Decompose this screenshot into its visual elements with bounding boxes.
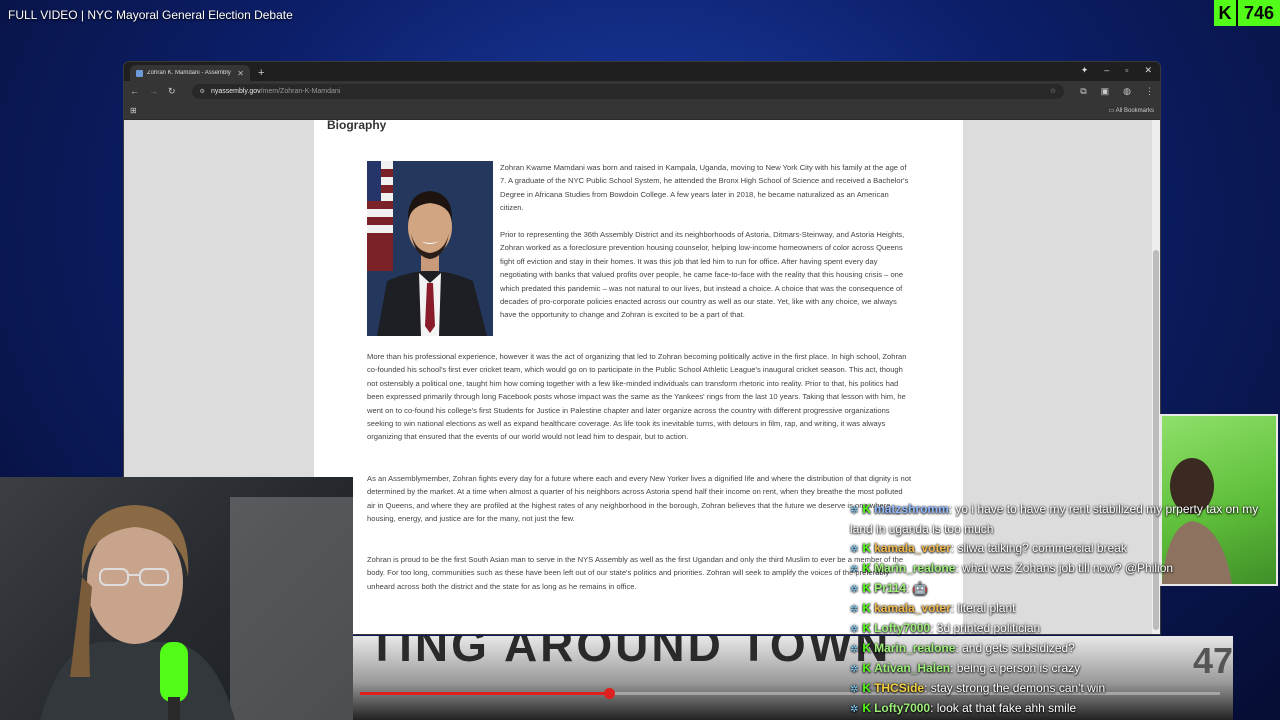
chat-username[interactable]: THCSide	[874, 681, 924, 695]
url-host: nyassembly.gov	[210, 87, 261, 95]
chat-text: 🤖	[912, 581, 928, 595]
chat-text: sliwa talking? commercial break	[957, 541, 1127, 555]
kick-badge-icon: K	[862, 621, 872, 635]
tab-title: Zohran K. Mamdani - Assembly	[147, 70, 231, 76]
chat-message: ✲ Kkamala_voter: literal plant	[850, 601, 1016, 615]
window-controls: ✦ – ▫ ✕	[1081, 65, 1152, 76]
maximize-icon[interactable]: ▫	[1125, 65, 1128, 76]
profile-icon[interactable]: ◍	[1123, 86, 1131, 97]
chat-text: literal plant	[957, 601, 1016, 615]
chat-username[interactable]: matzshromm	[874, 502, 949, 516]
tab-close-icon[interactable]: ✕	[237, 69, 244, 78]
chat-badge-icon: ✲	[850, 704, 859, 715]
chat-overlay: ✲ Kmatzshromm: yo i have to have my rent …	[848, 500, 1280, 720]
viewer-count-badge: K 746	[1213, 0, 1280, 26]
all-bookmarks[interactable]: ▭ All Bookmarks	[1109, 107, 1154, 114]
chat-text: stay strong the demons can't win	[930, 681, 1106, 695]
browser-tab[interactable]: Zohran K. Mamdani - Assembly ✕	[130, 65, 250, 81]
back-icon[interactable]: ←	[130, 86, 139, 96]
bio-paragraph-4: As an Assemblymember, Zohran fights ever…	[367, 474, 912, 524]
close-window-icon[interactable]: ✕	[1144, 65, 1152, 76]
chat-message: ✲ K Marin_realone: what was Zohans job til…	[850, 561, 1174, 575]
bio-paragraph-3: More than his professional experience, h…	[367, 352, 907, 442]
chat-badge-icon: ✲	[850, 584, 859, 595]
extension-puzzle-icon[interactable]: ⧉	[1080, 86, 1086, 97]
bookmarks-bar: ⊞ ▭ All Bookmarks	[124, 101, 1160, 120]
kick-badge-icon: K	[862, 701, 872, 715]
tab-search-icon[interactable]: ▣	[1101, 86, 1110, 97]
portrait-illustration	[367, 161, 493, 336]
video-title: FULL VIDEO | NYC Mayoral General Electio…	[8, 8, 293, 22]
chat-badge-icon: ✲	[850, 505, 859, 516]
bio-paragraph-5: Zohran is proud to be the first South As…	[367, 555, 904, 591]
kick-badge-icon: K	[862, 681, 872, 695]
chat-badge-icon: ✲	[850, 604, 859, 615]
forward-icon[interactable]: →	[149, 86, 158, 96]
chat-badge-icon: ✲	[850, 544, 859, 555]
chat-message: ✲ K Ativan_Halen: being a person is crazy	[850, 661, 1081, 675]
chat-text: 3d printed politician	[936, 621, 1041, 635]
url-path: /mem/Zohran-K-Mamdani	[260, 87, 341, 95]
chat-message: ✲ K Lofty7000: 3d printed politician	[850, 621, 1041, 635]
chat-username[interactable]: kamala_voter	[874, 541, 951, 555]
chat-username[interactable]: Lofty7000	[874, 621, 930, 635]
chat-message: ✲ K THCSide: stay strong the demons can't …	[850, 681, 1106, 695]
chat-badge-icon: ✲	[850, 684, 859, 695]
kick-badge-icon: K	[862, 641, 872, 655]
chat-text: what was Zohans job till now? @Philion	[962, 561, 1174, 575]
viewer-count: 746	[1237, 0, 1280, 26]
chat-badge-icon: ✲	[850, 664, 859, 675]
chat-username[interactable]: Lofty7000	[874, 701, 930, 715]
apps-grid-icon[interactable]: ⊞	[130, 106, 137, 115]
webcam-overlay	[0, 477, 353, 720]
webcam-illustration	[40, 497, 353, 720]
chat-badge-icon: ✲	[850, 624, 859, 635]
site-info-icon[interactable]: ⚙	[200, 88, 205, 95]
kick-badge-icon: K	[862, 561, 872, 575]
bookmark-star-icon[interactable]: ☆	[1050, 87, 1056, 95]
browser-toolbar: ← → ↻ ⚙ nyassembly.gov/mem/Zohran-K-Mamd…	[124, 81, 1160, 101]
chat-badge-icon: ✲	[850, 564, 859, 575]
chat-username[interactable]: Marin_realone	[874, 641, 955, 655]
chat-message: ✲ K Marin_realone: and gets subsidized?	[850, 641, 1075, 655]
minimize-icon[interactable]: –	[1104, 65, 1109, 76]
bio-paragraph-1: Zohran Kwame Mamdani was born and raised…	[500, 163, 909, 213]
extensions-icon[interactable]: ✦	[1081, 65, 1089, 76]
favicon-icon	[136, 69, 143, 77]
page-title: Biography	[327, 120, 387, 132]
kick-badge-icon: K	[862, 661, 872, 675]
chat-text: being a person is crazy	[956, 661, 1081, 675]
portrait-photo	[367, 161, 493, 336]
chat-message: ✲ K Pr114: 🤖	[850, 581, 928, 595]
bio-paragraph-2: Prior to representing the 36th Assembly …	[500, 230, 905, 320]
chat-username[interactable]: Ativan_Halen	[874, 661, 950, 675]
chat-text: look at that fake ahh smile	[936, 701, 1077, 715]
menu-icon[interactable]: ⋮	[1145, 86, 1154, 97]
kick-badge-icon: K	[862, 502, 872, 516]
chat-message: ✲ Kkamala_voter: sliwa talking? commercia…	[850, 541, 1127, 555]
new-tab-icon[interactable]: +	[258, 67, 264, 79]
chat-text: and gets subsidized?	[962, 641, 1075, 655]
chat-message: ✲ Kmatzshromm: yo i have to have my rent …	[850, 502, 1259, 536]
kick-logo-icon: K	[1213, 0, 1236, 26]
kick-badge-icon: K	[862, 581, 872, 595]
chat-username[interactable]: kamala_voter	[874, 601, 951, 615]
kick-badge-icon: K	[862, 541, 872, 555]
playback-progress-fill	[360, 692, 610, 695]
ticker-text: TING AROUND TOWN	[368, 636, 892, 671]
chat-badge-icon: ✲	[850, 644, 859, 655]
chat-username[interactable]: Marin_realone	[874, 561, 955, 575]
chat-username[interactable]: Pr114	[874, 581, 906, 595]
kick-badge-icon: K	[862, 601, 872, 615]
address-bar[interactable]: ⚙ nyassembly.gov/mem/Zohran-K-Mamdani ☆	[191, 83, 1065, 99]
chat-message: ✲ K Lofty7000: look at that fake ahh smile	[850, 701, 1077, 715]
tab-strip: Zohran K. Mamdani - Assembly ✕ + ✦ – ▫ ✕	[124, 62, 1160, 81]
reload-icon[interactable]: ↻	[168, 86, 176, 97]
